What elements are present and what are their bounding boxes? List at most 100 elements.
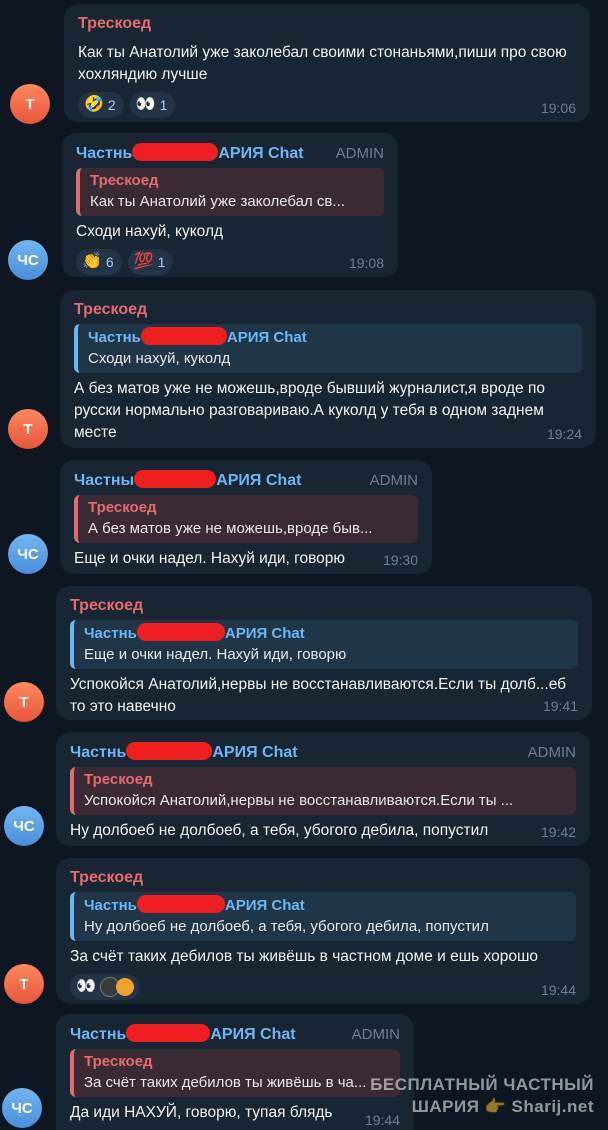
- message-bubble[interactable]: Частны АРИЯ Chat ADMIN Трескоед А без мат…: [60, 460, 432, 574]
- reply-quote[interactable]: Трескоед Успокойся Анатолий,нервы не вос…: [70, 767, 576, 815]
- sender-name-part: АРИЯ Chat: [212, 744, 298, 761]
- eyes-emoji-icon: 👀: [76, 978, 96, 995]
- redaction-mark: [134, 470, 217, 488]
- reaction-count: 1: [157, 254, 166, 270]
- rofl-emoji-icon: 🤣: [84, 96, 104, 113]
- reply-text: За счёт таких дебилов ты живёшь в ча...: [84, 1074, 367, 1091]
- clap-emoji-icon: 👏: [82, 253, 102, 270]
- avatar[interactable]: Т: [4, 682, 44, 722]
- reply-text: А без матов уже не можешь,вроде быв...: [88, 520, 373, 537]
- message-time: 19:06: [540, 100, 576, 116]
- reactor-avatar-icon: [115, 978, 134, 996]
- reaction-eyes[interactable]: 👀 1: [129, 92, 176, 118]
- reactions: 👀: [70, 974, 576, 1000]
- reply-sender-part: Частнь: [84, 897, 137, 914]
- reply-sender: Трескоед: [88, 499, 157, 516]
- message-text: Ну долбоеб не долбоеб, а тебя, убогого д…: [70, 822, 489, 839]
- sender-name[interactable]: Трескоед: [70, 596, 578, 616]
- avatar[interactable]: Т: [4, 964, 44, 1004]
- message-text: Как ты Анатолий уже заколебал своими сто…: [78, 44, 567, 83]
- reaction-rofl[interactable]: 🤣 2: [78, 92, 124, 118]
- avatar-initials: Т: [19, 975, 29, 993]
- sender-name-part: Частнь: [76, 145, 133, 162]
- admin-badge: ADMIN: [351, 1026, 400, 1043]
- reply-sender: Трескоед: [90, 172, 159, 189]
- message-time: 19:44: [540, 982, 576, 998]
- sender-name-part: Частнь: [70, 1026, 127, 1043]
- redaction-mark: [140, 327, 227, 345]
- avatar-initials: ЧС: [11, 1099, 33, 1117]
- reply-sender: Частнь АРИЯ Chat: [84, 623, 568, 644]
- message-bubble[interactable]: Частнь АРИЯ Chat ADMIN Трескоед Как ты Ан…: [62, 133, 398, 277]
- reply-sender-part: АРИЯ Chat: [226, 329, 307, 346]
- sender-name[interactable]: Частны АРИЯ Chat: [74, 470, 418, 491]
- reply-text: Еще и очки надел. Нахуй иди, говорю: [84, 646, 347, 663]
- message-bubble[interactable]: Трескоед Частнь АРИЯ Chat Ну долбоеб не д…: [56, 858, 590, 1004]
- reactions: 👏 6 💯 1: [76, 249, 384, 275]
- admin-badge: ADMIN: [335, 145, 384, 162]
- message-text: Успокойся Анатолий,нервы не восстанавлив…: [70, 676, 567, 715]
- message-time: 19:30: [382, 552, 418, 568]
- avatar[interactable]: Т: [10, 84, 50, 124]
- sender-name[interactable]: Трескоед: [78, 14, 576, 34]
- message-time: 19:41: [542, 698, 578, 714]
- avatar-initials: Т: [25, 95, 35, 113]
- message-bubble[interactable]: Частнь АРИЯ Chat ADMIN Трескоед За счёт т…: [56, 1014, 414, 1130]
- sender-name-part: АРИЯ Chat: [216, 472, 302, 489]
- message-text: Да иди НАХУЙ, говорю, тупая блядь: [70, 1104, 333, 1121]
- avatar-initials: ЧС: [17, 251, 39, 269]
- redaction-mark: [136, 895, 225, 913]
- admin-badge: ADMIN: [527, 744, 576, 761]
- reply-text: Сходи нахуй, куколд: [88, 350, 231, 367]
- hundred-emoji-icon: 💯: [133, 253, 154, 270]
- message-bubble[interactable]: Трескоед Частнь АРИЯ Chat Еще и очки наде…: [56, 586, 592, 720]
- reactions: 🤣 2 👀 1: [78, 92, 576, 118]
- avatar[interactable]: ЧС: [8, 534, 48, 574]
- sender-name[interactable]: Трескоед: [70, 868, 576, 888]
- redaction-mark: [136, 623, 225, 641]
- reply-sender: Частнь АРИЯ Chat: [88, 327, 572, 348]
- message-bubble[interactable]: Трескоед Частнь АРИЯ Chat Сходи нахуй, ку…: [60, 290, 596, 448]
- reaction-eyes[interactable]: 👀: [70, 974, 140, 1000]
- avatar[interactable]: ЧС: [8, 240, 48, 280]
- message-text: За счёт таких дебилов ты живёшь в частно…: [70, 948, 539, 965]
- reply-sender: Частнь АРИЯ Chat: [84, 895, 566, 916]
- sender-name[interactable]: Частнь АРИЯ Chat: [70, 1024, 400, 1045]
- message-time: 19:42: [540, 824, 576, 840]
- eyes-emoji-icon: 👀: [135, 96, 156, 113]
- reaction-count: 6: [105, 254, 114, 270]
- message-text: Еще и очки надел. Нахуй иди, говорю: [74, 550, 346, 567]
- reaction-hundred[interactable]: 💯 1: [127, 249, 174, 275]
- message-bubble[interactable]: Трескоед Как ты Анатолий уже заколебал с…: [64, 4, 590, 122]
- sender-name-part: АРИЯ Chat: [210, 1026, 296, 1043]
- reply-sender-part: АРИЯ Chat: [224, 625, 305, 642]
- reply-text: Как ты Анатолий уже заколебал св...: [90, 193, 345, 210]
- avatar[interactable]: ЧС: [4, 806, 44, 846]
- sender-name-part: Частны: [74, 472, 135, 489]
- message-bubble[interactable]: Частнь АРИЯ Chat ADMIN Трескоед Успокойся…: [56, 732, 590, 846]
- sender-name[interactable]: Трескоед: [74, 300, 582, 320]
- reply-sender-part: Частнь: [88, 329, 141, 346]
- reply-sender-part: Частнь: [84, 625, 137, 642]
- sender-name[interactable]: Частнь АРИЯ Chat: [70, 742, 576, 763]
- sender-name-part: Частнь: [70, 744, 127, 761]
- message-text: А без матов уже не можешь,вроде бывший ж…: [74, 380, 545, 441]
- reply-quote[interactable]: Частнь АРИЯ Chat Еще и очки надел. Нахуй …: [70, 620, 578, 669]
- redaction-mark: [126, 1024, 211, 1042]
- reply-quote[interactable]: Трескоед За счёт таких дебилов ты живёшь…: [70, 1049, 400, 1097]
- avatar[interactable]: Т: [8, 409, 48, 449]
- watermark-line: ШАРИЯ 👉 Sharij.net: [411, 1097, 594, 1116]
- avatar-initials: Т: [19, 693, 29, 711]
- reply-quote[interactable]: Трескоед А без матов уже не можешь,вроде…: [74, 495, 418, 543]
- reply-sender: Трескоед: [84, 771, 153, 788]
- message-text: Сходи нахуй, куколд: [76, 223, 224, 240]
- reply-text: Ну долбоеб не долбоеб, а тебя, убогого д…: [84, 918, 489, 935]
- reply-quote[interactable]: Частнь АРИЯ Chat Ну долбоеб не долбоеб, а…: [70, 892, 576, 941]
- reply-sender: Трескоед: [84, 1053, 153, 1070]
- redaction-mark: [126, 742, 213, 760]
- reply-quote[interactable]: Трескоед Как ты Анатолий уже заколебал с…: [76, 168, 384, 216]
- reaction-clap[interactable]: 👏 6: [76, 249, 122, 275]
- reply-text: Успокойся Анатолий,нервы не восстанавлив…: [84, 792, 514, 809]
- avatar[interactable]: ЧС: [2, 1088, 42, 1128]
- reply-quote[interactable]: Частнь АРИЯ Chat Сходи нахуй, куколд: [74, 324, 582, 373]
